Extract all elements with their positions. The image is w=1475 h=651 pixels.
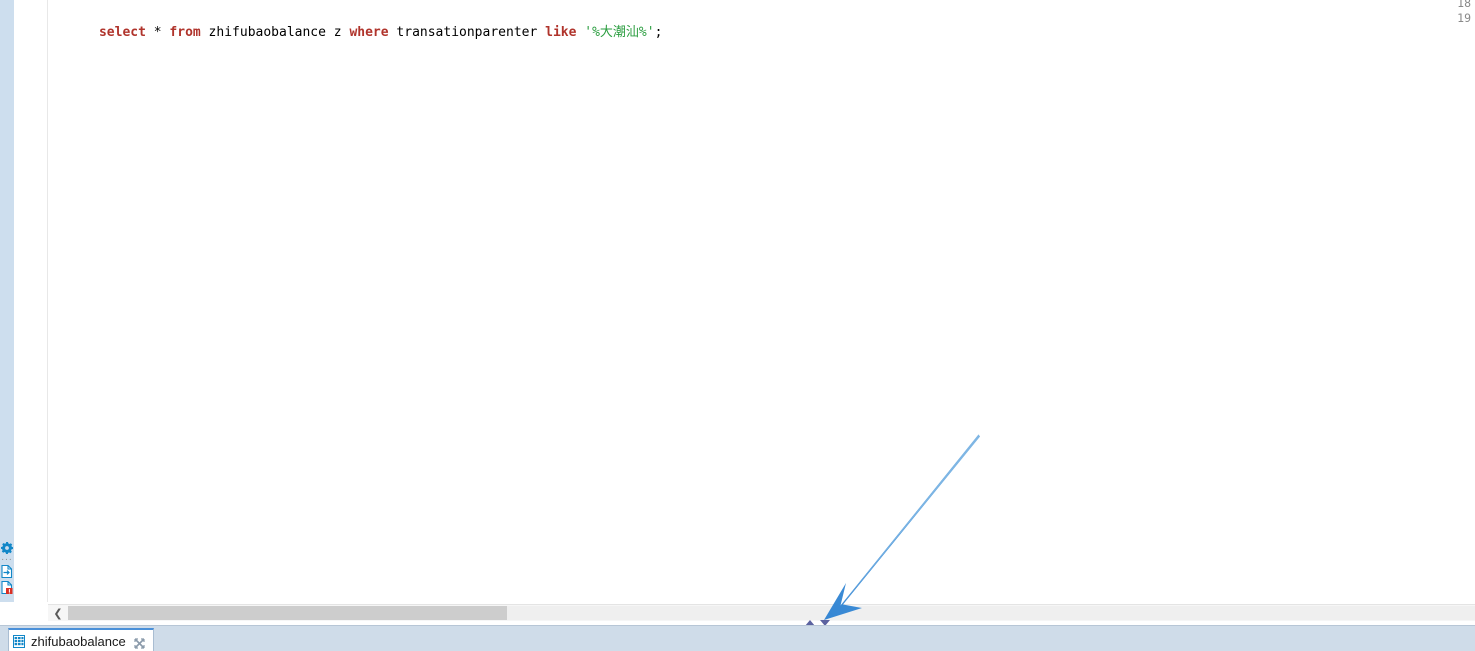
table-grid-icon xyxy=(13,634,25,648)
token-star-from-sep: * xyxy=(145,25,170,40)
tab-zhifubaobalance[interactable]: zhifubaobalance xyxy=(8,628,154,651)
sql-editor-window: 18 19 select * from zhifubaobalance z wh… xyxy=(0,0,1475,651)
plugin-gear-icon[interactable] xyxy=(1,541,13,554)
horizontal-scrollbar[interactable]: ❮ xyxy=(48,604,1475,621)
bottom-tab-bar: zhifubaobalance https://blog.csdn.net/qq… xyxy=(0,625,1475,651)
line-number-18: 18 xyxy=(1457,0,1471,10)
overflow-dots-icon[interactable]: ... xyxy=(1,554,13,563)
document-change-icon[interactable] xyxy=(1,564,13,579)
close-icon[interactable] xyxy=(134,636,145,649)
editor-marker-strip[interactable] xyxy=(0,0,14,602)
token-semicolon: ; xyxy=(654,25,663,40)
token-table-alias: zhifubaobalance z xyxy=(200,25,350,40)
token-string-literal: '%大潮汕%' xyxy=(584,25,655,40)
token-keyword-where: where xyxy=(349,25,389,40)
document-error-icon[interactable] xyxy=(1,580,13,595)
scrollbar-thumb[interactable] xyxy=(68,606,507,620)
editor-marker-rail: ... xyxy=(0,533,14,602)
token-keyword-select: select xyxy=(98,25,146,40)
line-number-gutter xyxy=(14,0,47,602)
scrollbar-track[interactable] xyxy=(507,606,1475,620)
tab-label: zhifubaobalance xyxy=(31,633,126,649)
scroll-left-button[interactable]: ❮ xyxy=(48,605,68,621)
token-keyword-from: from xyxy=(169,25,201,40)
line-number-19: 19 xyxy=(1457,11,1471,25)
token-column-name: transationparenter xyxy=(388,25,546,40)
token-keyword-like: like xyxy=(545,25,577,40)
code-line-19[interactable]: select * from zhifubaobalance z where tr… xyxy=(52,9,662,57)
gutter-separator xyxy=(47,0,48,602)
code-editor[interactable]: 18 19 select * from zhifubaobalance z wh… xyxy=(0,0,1475,602)
